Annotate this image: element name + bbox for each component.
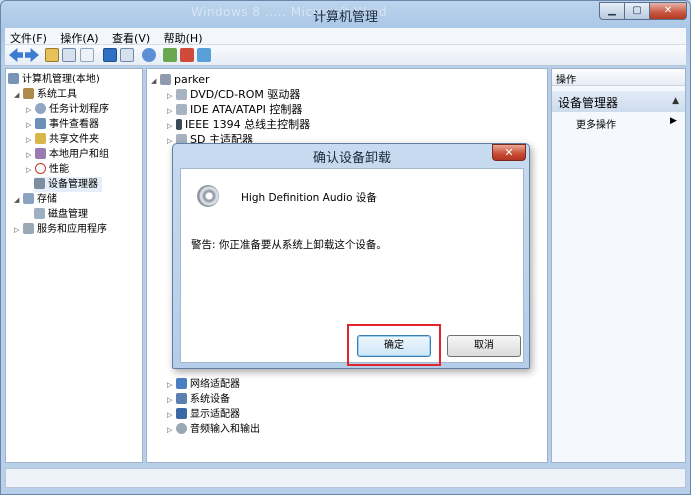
dialog-body: High Definition Audio 设备 警告: 你正准备要从系统上卸载…	[180, 168, 524, 366]
dialog-title: 确认设备卸载	[312, 151, 391, 166]
collapse-arrow-icon[interactable]: ▷	[26, 118, 35, 133]
actions-pane: 操作 设备管理器 ▲ 更多操作 ▶	[551, 68, 686, 463]
computer-icon	[160, 74, 171, 85]
show-hide-tree-icon[interactable]	[62, 48, 76, 62]
device-category-ieee1394[interactable]: ▷ IEEE 1394 总线主控制器	[167, 117, 310, 132]
enable-device-icon[interactable]	[197, 48, 211, 62]
tree-item-local-users[interactable]: ▷ 本地用户和组	[26, 147, 109, 162]
minimize-button[interactable]: ▁	[599, 2, 625, 20]
properties-icon[interactable]	[80, 48, 94, 62]
users-icon	[35, 148, 46, 159]
storage-icon	[23, 193, 34, 204]
collapse-arrow-icon[interactable]: ▷	[14, 223, 23, 238]
collapse-arrow-icon[interactable]: ▷	[167, 378, 176, 393]
status-bar	[5, 468, 686, 488]
collapse-arrow-icon[interactable]: ▷	[167, 408, 176, 423]
collapse-up-icon[interactable]: ▲	[672, 96, 679, 106]
title-bar[interactable]: Windows 8 ..... Microsoft Word 计算机管理 ▁ ▢…	[1, 1, 690, 27]
tree-item-disk-management[interactable]: 磁盘管理	[34, 207, 88, 222]
display-adapter-icon	[176, 408, 187, 419]
device-manager-icon	[34, 178, 45, 189]
device-category-ide[interactable]: ▷ IDE ATA/ATAPI 控制器	[167, 102, 302, 117]
collapse-arrow-icon[interactable]: ▷	[167, 423, 176, 438]
tree-item-performance[interactable]: ▷ 性能	[26, 162, 69, 177]
collapse-arrow-icon[interactable]: ▷	[26, 148, 35, 163]
tree-item-device-manager[interactable]: 设备管理器	[34, 177, 102, 192]
computer-icon	[8, 73, 19, 84]
collapse-arrow-icon[interactable]: ▷	[167, 393, 176, 408]
device-category-system[interactable]: ▷ 系统设备	[167, 392, 230, 407]
disk-icon	[34, 208, 45, 219]
ide-controller-icon	[176, 104, 187, 115]
menu-file[interactable]: 文件(F)	[5, 28, 52, 46]
menu-action[interactable]: 操作(A)	[55, 28, 103, 46]
scan-hardware-icon[interactable]	[142, 48, 156, 62]
shared-folder-icon	[35, 133, 46, 144]
services-icon	[23, 223, 34, 234]
collapse-arrow-icon[interactable]: ▷	[26, 103, 35, 118]
cancel-button[interactable]: 取消	[447, 335, 521, 357]
tree-item-storage[interactable]: ◢ 存储	[14, 192, 57, 207]
submenu-arrow-icon[interactable]: ▶	[670, 116, 677, 126]
menu-help[interactable]: 帮助(H)	[159, 28, 208, 46]
maximize-button[interactable]: ▢	[624, 2, 650, 20]
window-title: 计算机管理	[312, 10, 378, 25]
tools-icon	[23, 88, 34, 99]
device-category-audio-io[interactable]: ▷ 音频输入和输出	[167, 422, 260, 437]
forward-icon[interactable]	[25, 48, 39, 62]
event-viewer-icon	[35, 118, 46, 129]
confirm-uninstall-dialog: 确认设备卸载 ✕ High Definition Audio 设备 警告: 你正…	[172, 143, 530, 369]
collapse-arrow-icon[interactable]: ▷	[26, 133, 35, 148]
ok-button[interactable]: 确定	[357, 335, 431, 357]
tree-item-task-scheduler[interactable]: ▷ 任务计划程序	[26, 102, 109, 117]
menu-bar: 文件(F) 操作(A) 查看(V) 帮助(H)	[5, 28, 686, 45]
tree-item-event-viewer[interactable]: ▷ 事件查看器	[26, 117, 99, 132]
tree-item-root[interactable]: 计算机管理(本地)	[8, 72, 100, 87]
close-button[interactable]: ✕	[649, 2, 687, 20]
warning-text: 警告: 你正准备要从系统上卸载这个设备。	[191, 239, 387, 251]
system-device-icon	[176, 393, 187, 404]
tree-item-shared-folders[interactable]: ▷ 共享文件夹	[26, 132, 99, 147]
performance-icon	[35, 163, 46, 174]
device-name: High Definition Audio 设备	[241, 192, 377, 204]
device-tree-root[interactable]: ◢ parker	[151, 72, 210, 87]
help-icon[interactable]	[103, 48, 117, 62]
audio-io-icon	[176, 423, 187, 434]
clock-icon	[35, 103, 46, 114]
tree-item-system-tools[interactable]: ◢ 系统工具	[14, 87, 77, 102]
expand-arrow-icon[interactable]: ◢	[14, 88, 23, 103]
device-category-display[interactable]: ▷ 显示适配器	[167, 407, 240, 422]
actions-header: 操作	[552, 69, 685, 86]
collapse-arrow-icon[interactable]: ▷	[26, 163, 35, 178]
console-tree-pane: 计算机管理(本地) ◢ 系统工具 ▷ 任务计划程序 ▷ 事件查看器 ▷ 共享文件夹 ▷ 本…	[5, 68, 143, 463]
uninstall-device-icon[interactable]	[180, 48, 194, 62]
device-category-network[interactable]: ▷ 网络适配器	[167, 377, 240, 392]
expand-arrow-icon[interactable]: ◢	[151, 74, 160, 89]
device-category-dvd[interactable]: ▷ DVD/CD-ROM 驱动器	[167, 87, 300, 102]
tree-item-services-apps[interactable]: ▷ 服务和应用程序	[14, 222, 107, 237]
more-actions-link[interactable]: 更多操作	[576, 116, 616, 131]
audio-device-icon	[197, 185, 219, 207]
update-driver-icon[interactable]	[163, 48, 177, 62]
back-icon[interactable]	[9, 48, 23, 62]
menu-view[interactable]: 查看(V)	[107, 28, 155, 46]
actions-section-device-manager[interactable]: 设备管理器 ▲	[552, 91, 685, 112]
network-adapter-icon	[176, 378, 187, 389]
dvd-drive-icon	[176, 89, 187, 100]
expand-arrow-icon[interactable]: ◢	[14, 193, 23, 208]
up-folder-icon[interactable]	[45, 48, 59, 62]
ieee1394-icon	[176, 119, 182, 130]
dialog-close-button[interactable]: ✕	[492, 144, 526, 161]
toolbar	[5, 45, 686, 66]
view-icon[interactable]	[120, 48, 134, 62]
